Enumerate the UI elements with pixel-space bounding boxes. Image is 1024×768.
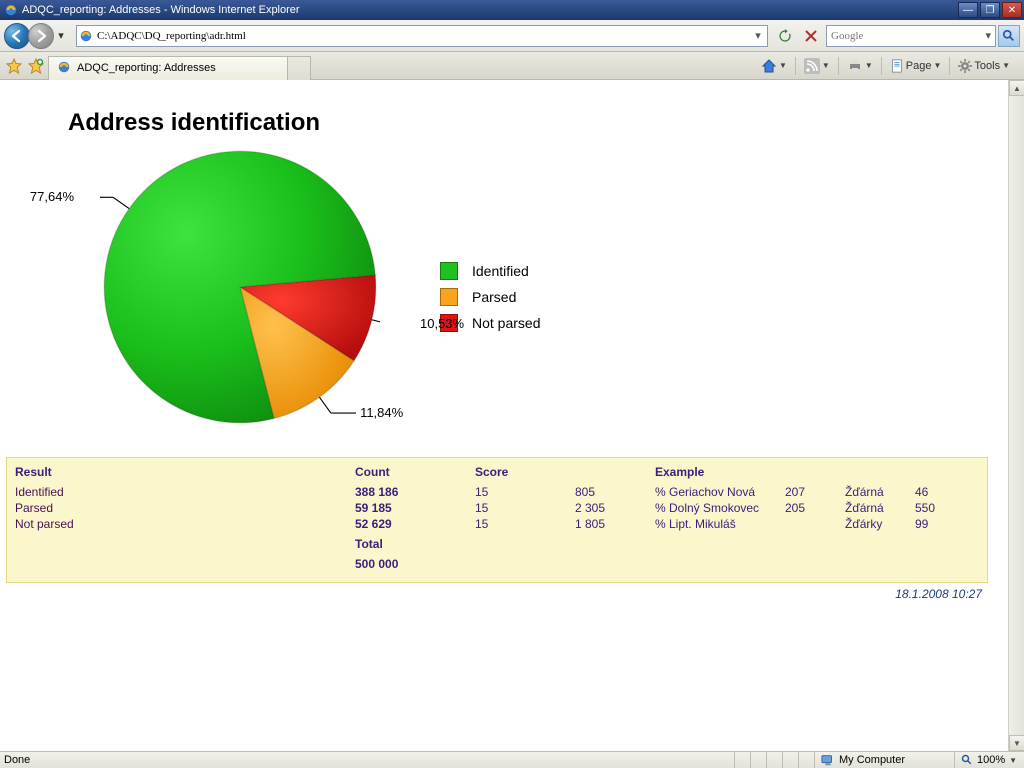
search-dropdown[interactable]: ▾ bbox=[981, 29, 995, 42]
legend-label-notparsed: Not parsed bbox=[472, 315, 540, 331]
tab-title: ADQC_reporting: Addresses bbox=[77, 62, 216, 74]
legend-swatch-parsed bbox=[440, 288, 458, 306]
status-pane-empty1 bbox=[734, 752, 750, 768]
page-viewport: Address identification bbox=[0, 80, 1024, 751]
status-text: Done bbox=[0, 754, 30, 766]
restore-button[interactable]: ❐ bbox=[980, 2, 1000, 18]
minimize-button[interactable]: — bbox=[958, 2, 978, 18]
nav-toolbar: ▾ ▾ ▾ bbox=[0, 20, 1024, 52]
print-button[interactable]: ▼ bbox=[843, 55, 877, 77]
report-timestamp: 18.1.2008 10:27 bbox=[0, 583, 994, 601]
address-page-icon bbox=[77, 29, 95, 43]
nav-history-dropdown[interactable]: ▾ bbox=[54, 23, 68, 49]
col-example: Example bbox=[655, 464, 785, 480]
page-menu-label: Page bbox=[906, 60, 932, 72]
table-row: Identified388 18615805% Geriachov Nová20… bbox=[15, 484, 979, 500]
results-table: Result Count Score Example Identified388… bbox=[6, 457, 988, 583]
window-titlebar: ADQC_reporting: Addresses - Windows Inte… bbox=[0, 0, 1024, 20]
back-button[interactable] bbox=[4, 23, 30, 49]
refresh-button[interactable] bbox=[774, 25, 796, 47]
tools-menu-button[interactable]: Tools ▼ bbox=[954, 55, 1014, 77]
chart-title: Address identification bbox=[68, 109, 994, 137]
col-count: Count bbox=[355, 464, 475, 480]
tab-page-icon bbox=[57, 60, 71, 77]
address-dropdown[interactable]: ▾ bbox=[749, 29, 767, 42]
col-result: Result bbox=[15, 464, 355, 480]
help-button[interactable] bbox=[1016, 55, 1020, 77]
table-row: Not parsed52 629151 805% Lipt. MikulášŽď… bbox=[15, 516, 979, 532]
status-pane-empty5 bbox=[798, 752, 814, 768]
close-button[interactable]: ✕ bbox=[1002, 2, 1022, 18]
legend-swatch-identified bbox=[440, 262, 458, 280]
address-bar[interactable]: ▾ bbox=[76, 25, 768, 47]
forward-button[interactable] bbox=[28, 23, 54, 49]
address-input[interactable] bbox=[95, 30, 749, 42]
status-zone: My Computer bbox=[814, 752, 954, 768]
status-zoom[interactable]: 100% ▼ bbox=[954, 752, 1024, 768]
add-favorite-button[interactable] bbox=[26, 56, 46, 76]
new-tab-button[interactable] bbox=[287, 56, 311, 80]
pie-label-identified: 77,64% bbox=[30, 189, 74, 204]
total-value: 500 000 bbox=[355, 556, 475, 572]
status-pane-empty2 bbox=[750, 752, 766, 768]
tab-current[interactable]: ADQC_reporting: Addresses bbox=[48, 56, 288, 80]
tools-menu-label: Tools bbox=[974, 60, 1000, 72]
status-pane-empty4 bbox=[782, 752, 798, 768]
pie-label-parsed: 11,84% bbox=[360, 405, 403, 420]
ie-icon bbox=[4, 3, 18, 17]
pie-label-notparsed: 10,53% bbox=[420, 316, 464, 331]
favorites-center-button[interactable] bbox=[4, 56, 24, 76]
feeds-button[interactable]: ▼ bbox=[800, 55, 834, 77]
total-label: Total bbox=[355, 536, 475, 552]
vertical-scrollbar[interactable]: ▲ ▼ bbox=[1008, 80, 1024, 751]
tab-bar: ADQC_reporting: Addresses ▼ ▼ ▼ Page ▼ T… bbox=[0, 52, 1024, 80]
scroll-down-button[interactable]: ▼ bbox=[1009, 735, 1024, 751]
table-row: Parsed59 185152 305% Dolný Smokovec205Žď… bbox=[15, 500, 979, 516]
search-input[interactable] bbox=[827, 30, 981, 42]
scroll-up-button[interactable]: ▲ bbox=[1009, 80, 1024, 96]
col-score: Score bbox=[475, 464, 575, 480]
stop-button[interactable] bbox=[800, 25, 822, 47]
page-menu-button[interactable]: Page ▼ bbox=[886, 55, 946, 77]
search-box[interactable]: ▾ bbox=[826, 25, 996, 47]
window-title: ADQC_reporting: Addresses - Windows Inte… bbox=[22, 4, 300, 16]
status-pane-empty3 bbox=[766, 752, 782, 768]
status-bar: Done My Computer 100% ▼ bbox=[0, 751, 1024, 768]
legend-label-identified: Identified bbox=[472, 263, 529, 279]
home-button[interactable]: ▼ bbox=[757, 55, 791, 77]
search-go-button[interactable] bbox=[998, 25, 1020, 47]
pie-chart: 77,64% 10,53% 11,84% bbox=[40, 147, 400, 447]
legend-label-parsed: Parsed bbox=[472, 289, 516, 305]
